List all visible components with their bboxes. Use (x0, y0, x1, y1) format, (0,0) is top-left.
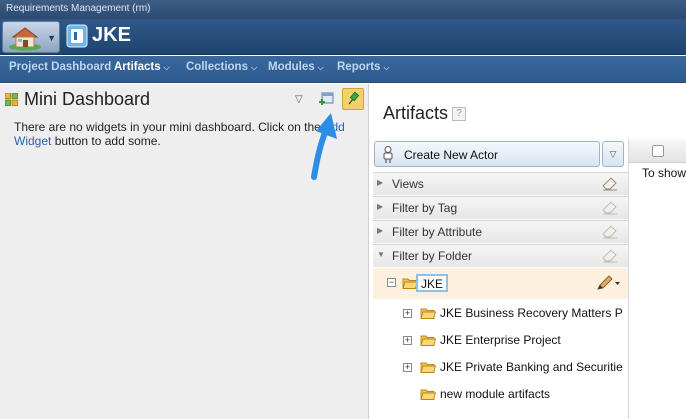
project-logo-icon (66, 24, 88, 48)
help-icon[interactable]: ? (452, 107, 466, 121)
expand-toggle-icon[interactable]: + (403, 309, 412, 318)
artifacts-panel: Artifacts ? Create New Actor ▽ ▶ Views ▶ (370, 84, 686, 419)
artifact-grid: To show (628, 139, 686, 419)
folder-tree-item[interactable]: + JKE Business Recovery Matters P (373, 300, 628, 327)
nav-label: Artifacts (114, 61, 161, 73)
expand-toggle-icon[interactable]: + (403, 336, 412, 345)
expanded-arrow-icon: ▼ (377, 250, 385, 259)
edit-folder-icon[interactable] (596, 275, 620, 291)
create-button-label: Create New Actor (404, 148, 499, 162)
select-all-checkbox[interactable] (652, 145, 664, 157)
nav-label: Modules (268, 61, 315, 73)
folder-label: JKE Enterprise Project (440, 333, 561, 347)
folder-label: new module artifacts (440, 387, 551, 401)
pin-icon (348, 91, 360, 105)
artifacts-title: Artifacts (383, 103, 449, 123)
chevron-down-icon: ▽ (609, 149, 617, 159)
home-menu-button[interactable]: ▼ (2, 21, 60, 53)
section-filter-by-tag[interactable]: ▶ Filter by Tag (373, 196, 628, 219)
chevron-down-icon: ⌵ (163, 63, 170, 72)
grid-hint-text: To show (642, 166, 686, 180)
actor-icon (383, 146, 393, 163)
nav-reports[interactable]: Reports ⌵ (337, 61, 390, 73)
add-widget-icon[interactable] (319, 92, 334, 107)
folder-icon (420, 362, 436, 373)
main-nav: Project Dashboard Artifacts ⌵ Collections… (0, 56, 686, 83)
chevron-down-icon: ⌵ (317, 63, 324, 72)
section-label: Views (392, 177, 424, 191)
root-folder-label[interactable]: JKE (416, 274, 449, 292)
nav-collections[interactable]: Collections ⌵ (186, 61, 257, 73)
message-text: button to add some. (51, 134, 161, 148)
eraser-icon[interactable] (602, 177, 618, 191)
grid-header (629, 139, 686, 163)
eraser-icon[interactable] (602, 249, 618, 263)
folder-tree-item[interactable]: + JKE Enterprise Project (373, 327, 628, 354)
collapsed-arrow-icon: ▶ (377, 226, 384, 235)
folder-icon (420, 335, 436, 346)
nav-project-dashboard[interactable]: Project Dashboard (9, 61, 111, 73)
chevron-down-icon: ⌵ (383, 63, 390, 72)
eraser-icon[interactable] (602, 225, 618, 239)
mini-dashboard-panel: Mini Dashboard ▽ There are no widgets in… (0, 84, 369, 419)
project-name[interactable]: JKE (92, 24, 131, 47)
folder-label: JKE Business Recovery Matters P (440, 306, 623, 320)
chevron-down-icon: ⌵ (250, 63, 258, 72)
folder-icon (420, 308, 436, 319)
chevron-down-icon: ▼ (47, 33, 56, 43)
nav-modules[interactable]: Modules ⌵ (268, 61, 324, 73)
section-label: Filter by Folder (392, 249, 473, 263)
nav-label: Collections (186, 61, 248, 73)
nav-label: Reports (337, 61, 381, 73)
home-icon (9, 27, 41, 51)
eraser-icon[interactable] (602, 201, 618, 215)
app-title: Requirements Management (rm) (6, 3, 151, 14)
folder-tree-item[interactable]: + JKE Private Banking and Securitie (373, 354, 628, 381)
expand-toggle-icon[interactable]: + (403, 363, 412, 372)
collapse-toggle-icon[interactable]: − (387, 278, 396, 287)
section-label: Filter by Attribute (392, 225, 483, 239)
nav-label: Project Dashboard (9, 61, 112, 73)
folder-tree-root[interactable]: − JKE (373, 268, 628, 299)
app-title-bar: Requirements Management (rm) (0, 0, 686, 19)
section-filter-by-attribute[interactable]: ▶ Filter by Attribute (373, 220, 628, 243)
create-dropdown-button[interactable]: ▽ (602, 141, 624, 167)
collapsed-arrow-icon: ▶ (377, 202, 384, 211)
section-filter-by-folder[interactable]: ▼ Filter by Folder (373, 244, 628, 267)
collapsed-arrow-icon: ▶ (377, 178, 384, 187)
message-text: There are no widgets in your mini dashbo… (14, 120, 324, 134)
folder-label: JKE Private Banking and Securitie (440, 360, 623, 374)
dashboard-icon (5, 93, 18, 106)
nav-artifacts[interactable]: Artifacts ⌵ (114, 61, 170, 73)
project-bar: ▼ JKE (0, 19, 686, 55)
folder-icon (420, 389, 436, 400)
annotation-arrow-icon (311, 113, 337, 180)
mini-dashboard-menu-icon[interactable]: ▽ (295, 94, 303, 105)
folder-tree-item[interactable]: new module artifacts (373, 381, 628, 408)
create-new-actor-button[interactable]: Create New Actor (374, 141, 600, 167)
section-views[interactable]: ▶ Views (373, 172, 628, 195)
section-label: Filter by Tag (392, 201, 458, 215)
pin-dashboard-button[interactable] (342, 88, 364, 110)
artifact-filters: Create New Actor ▽ ▶ Views ▶ Filter by T… (373, 139, 628, 419)
mini-dashboard-title: Mini Dashboard (24, 89, 151, 109)
